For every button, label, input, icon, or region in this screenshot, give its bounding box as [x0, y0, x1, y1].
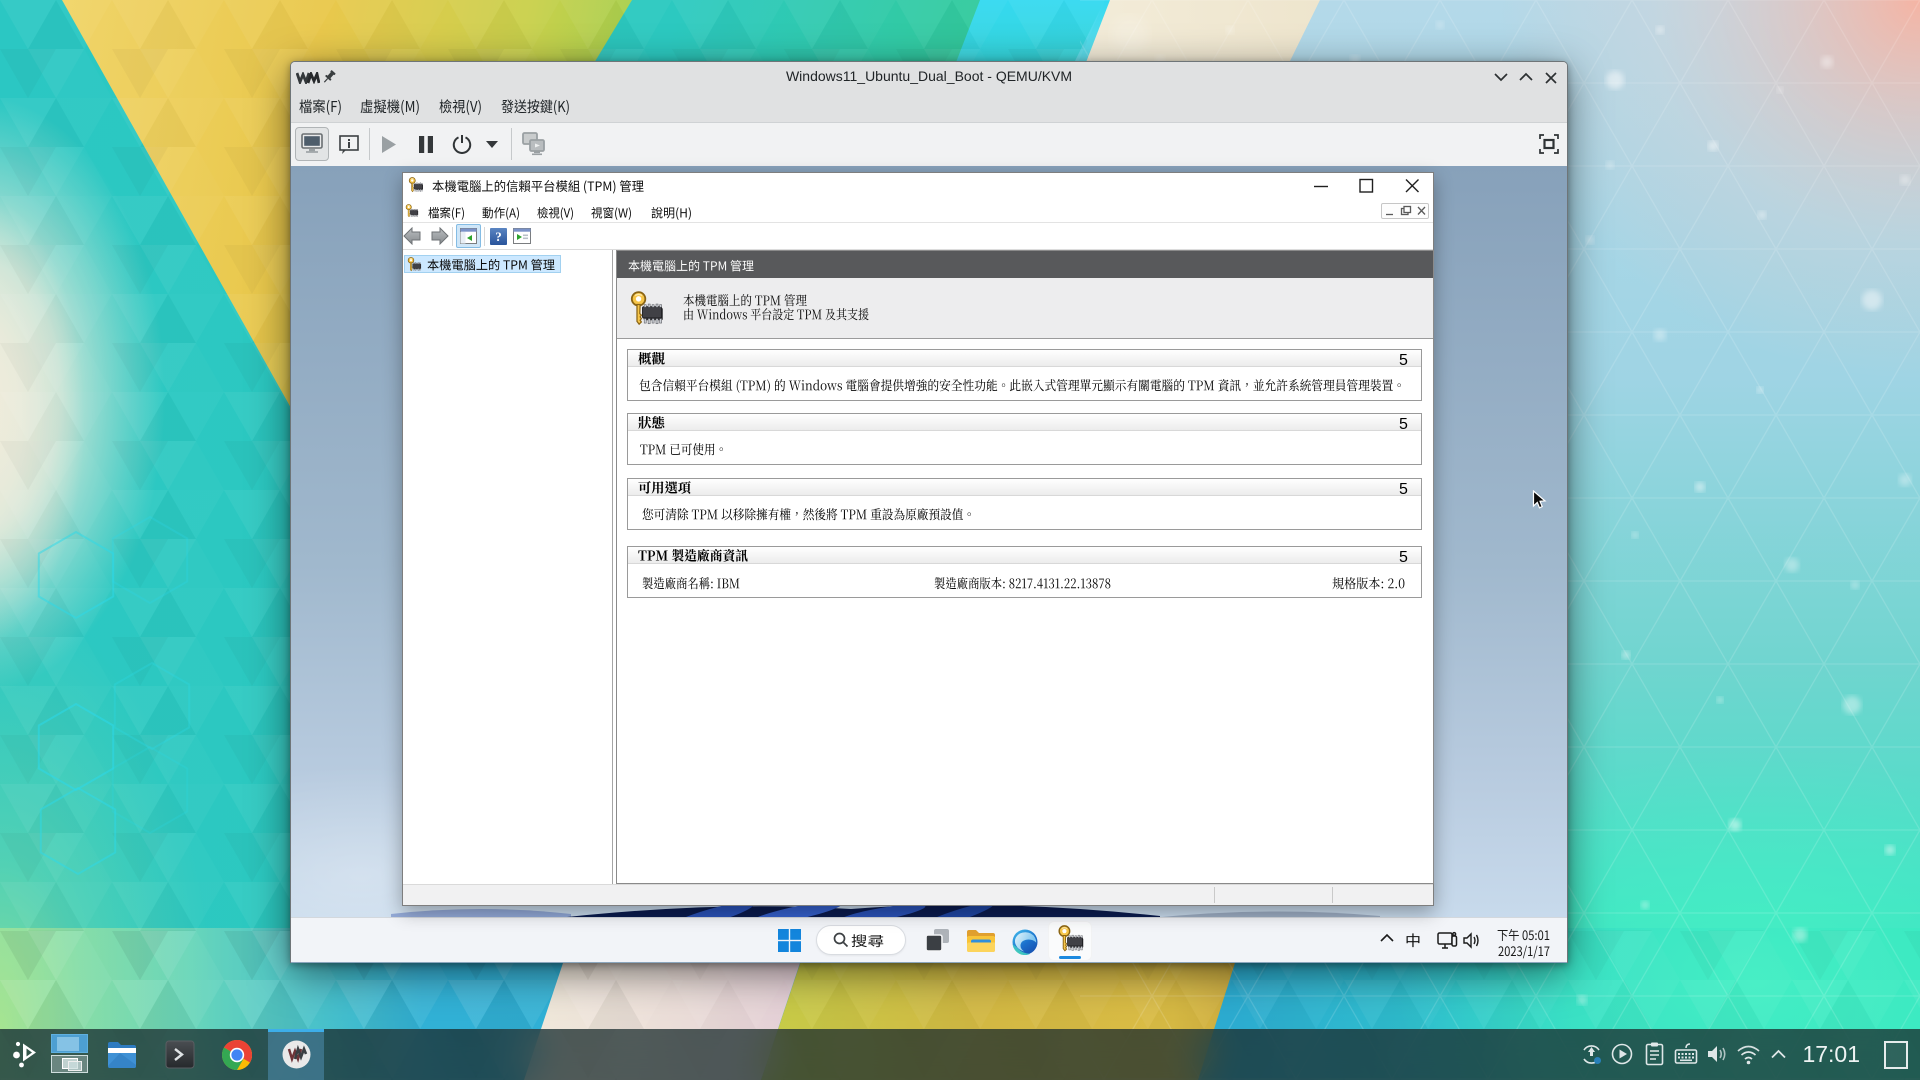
- svg-text:?: ?: [495, 229, 502, 244]
